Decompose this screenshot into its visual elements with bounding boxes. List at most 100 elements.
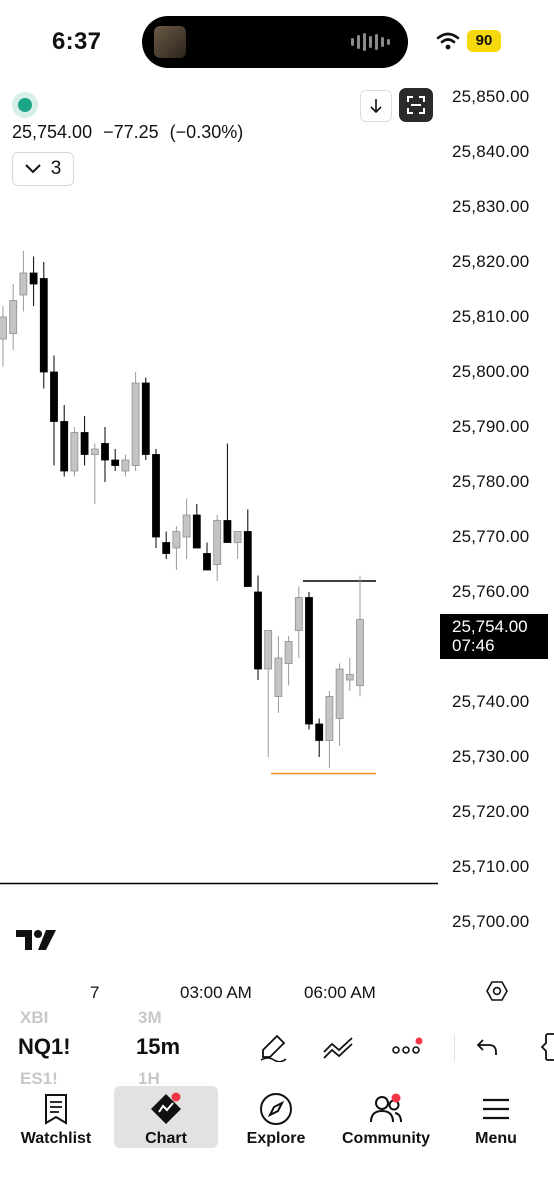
redo-button[interactable] <box>532 1030 554 1064</box>
time-axis-label-day: 7 <box>90 983 100 1002</box>
price-axis-label: 25,780.00 <box>452 472 530 491</box>
more-tools-button[interactable] <box>390 1030 424 1064</box>
candle[interactable] <box>356 575 364 697</box>
candle[interactable] <box>233 531 242 560</box>
candle-body <box>172 531 181 549</box>
more-dots-icon <box>392 1037 423 1054</box>
symbol-prev: XBI <box>20 1008 49 1027</box>
nav-watchlist[interactable]: Watchlist <box>4 1086 108 1148</box>
candle-body <box>203 553 211 571</box>
candle-body <box>50 371 58 422</box>
price-axis-label: 25,810.00 <box>452 307 530 326</box>
candlestick-chart[interactable] <box>0 80 440 890</box>
candle[interactable] <box>264 630 273 758</box>
community-icon <box>370 1093 402 1123</box>
candle[interactable] <box>223 443 232 543</box>
candle-body <box>182 514 191 538</box>
candle[interactable] <box>90 443 99 505</box>
candle[interactable] <box>141 377 150 461</box>
nav-menu[interactable]: Menu <box>444 1086 548 1148</box>
candle[interactable] <box>213 515 222 581</box>
candle[interactable] <box>162 531 171 560</box>
price-axis-label: 25,830.00 <box>452 197 530 216</box>
price-axis-label: 25,800.00 <box>452 362 530 381</box>
candle[interactable] <box>152 449 160 548</box>
candle-body <box>80 432 89 455</box>
price-axis-label: 25,840.00 <box>452 142 530 161</box>
candle[interactable] <box>70 427 79 477</box>
candle[interactable] <box>0 306 7 367</box>
toolbar-divider <box>454 1034 455 1062</box>
candle[interactable] <box>182 498 191 560</box>
candle[interactable] <box>50 355 58 466</box>
time-axis-label-3am: 03:00 AM <box>180 983 252 1002</box>
candle-body <box>9 300 18 334</box>
nav-explore[interactable]: Explore <box>224 1086 328 1148</box>
candle-body <box>305 597 313 725</box>
undo-button[interactable] <box>470 1030 504 1064</box>
candle-body <box>356 619 364 686</box>
candle[interactable] <box>203 542 211 571</box>
candle-body <box>335 668 344 719</box>
candle[interactable] <box>243 509 252 587</box>
candle[interactable] <box>19 251 28 312</box>
candle-body <box>70 432 79 472</box>
candle[interactable] <box>274 636 283 713</box>
status-time: 6:37 <box>52 28 102 55</box>
interval-button[interactable]: 15m <box>136 1034 180 1060</box>
price-axis-label: 25,850.00 <box>452 87 530 106</box>
candle-body <box>19 272 28 296</box>
candle[interactable] <box>131 372 140 471</box>
wifi-icon <box>436 32 460 50</box>
nav-label-community: Community <box>342 1130 430 1147</box>
candle[interactable] <box>39 262 48 389</box>
candle[interactable] <box>60 405 69 477</box>
candle-body <box>345 674 354 681</box>
candle-body <box>152 454 160 538</box>
candle-body <box>213 520 222 565</box>
candle[interactable] <box>345 658 354 691</box>
symbol-button[interactable]: NQ1! <box>18 1034 71 1060</box>
candle[interactable] <box>294 586 303 659</box>
price-axis-label: 25,740.00 <box>452 692 530 711</box>
candle[interactable] <box>335 663 344 747</box>
chart-settings-icon[interactable] <box>486 980 508 1002</box>
price-axis-label: 25,760.00 <box>452 582 530 601</box>
candle-body <box>243 531 252 587</box>
candle[interactable] <box>80 416 89 466</box>
candle-body <box>131 382 140 466</box>
candle[interactable] <box>9 284 18 350</box>
dynamic-island[interactable] <box>142 16 408 68</box>
interval-prev: 3M <box>138 1008 162 1027</box>
candle[interactable] <box>284 636 293 686</box>
candle[interactable] <box>315 718 324 758</box>
candle-body <box>264 630 273 670</box>
candle-body <box>315 723 324 741</box>
candle[interactable] <box>121 454 130 477</box>
price-axis-label: 25,820.00 <box>452 252 530 271</box>
candle[interactable] <box>111 449 120 471</box>
candle[interactable] <box>192 504 201 549</box>
compass-icon <box>260 1093 292 1125</box>
candle-body <box>192 514 201 549</box>
price-axis-label: 25,720.00 <box>452 802 530 821</box>
candle[interactable] <box>305 592 313 730</box>
candle-body <box>162 542 171 554</box>
nav-label-watchlist: Watchlist <box>20 1130 92 1147</box>
candle-body <box>111 459 120 466</box>
candle-body <box>141 382 150 455</box>
indicators-button[interactable] <box>322 1030 356 1064</box>
menu-icon <box>483 1098 509 1120</box>
tradingview-logo[interactable] <box>16 928 62 952</box>
candle-body <box>90 448 99 455</box>
drawing-tools-button[interactable] <box>256 1030 290 1064</box>
candle[interactable] <box>101 427 109 482</box>
candle[interactable] <box>172 526 181 570</box>
candle[interactable] <box>254 575 262 681</box>
candle[interactable] <box>325 691 334 768</box>
candle-body <box>39 278 48 373</box>
candle[interactable] <box>29 256 38 307</box>
nav-community[interactable]: Community <box>334 1086 438 1148</box>
price-axis-label: 25,790.00 <box>452 417 530 436</box>
nav-chart[interactable]: Chart <box>114 1086 218 1148</box>
